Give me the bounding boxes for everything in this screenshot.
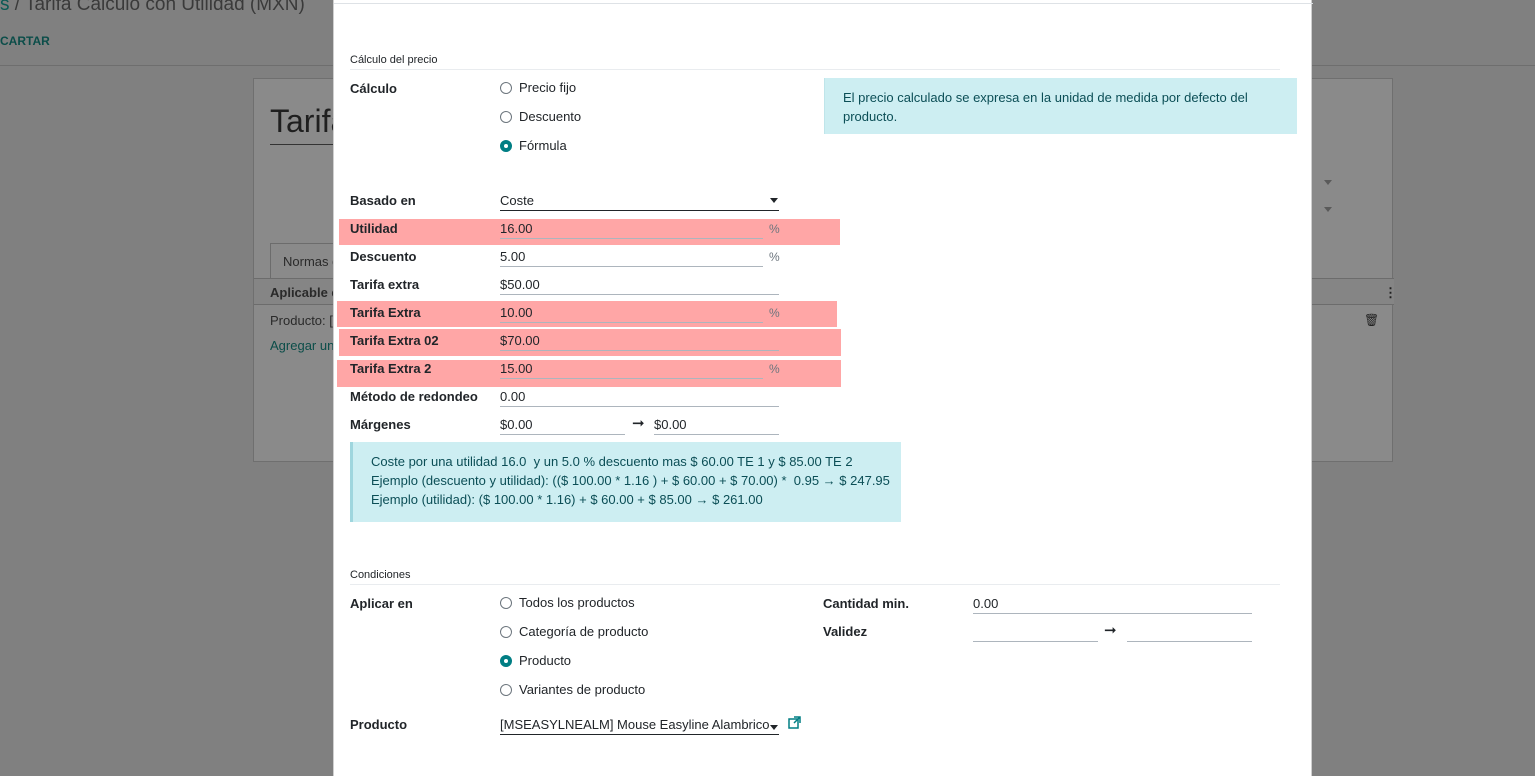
percent-sign: % xyxy=(769,362,780,376)
radio-circle[interactable] xyxy=(500,110,512,123)
apply-on-label: Aplicar en xyxy=(350,596,413,611)
margin-max-value: $0.00 xyxy=(654,417,687,432)
validity-to-input[interactable] xyxy=(1127,622,1252,642)
min-qty-label: Cantidad min. xyxy=(823,596,909,611)
validity-label: Validez xyxy=(823,624,868,639)
radio-circle[interactable] xyxy=(500,596,512,609)
radio-circle[interactable] xyxy=(500,683,512,696)
kebab-icon[interactable]: ⋮ xyxy=(1384,285,1397,301)
tarifa-extra-02-label: Tarifa Extra 02 xyxy=(350,333,439,348)
utilidad-input[interactable]: 16.00 xyxy=(500,219,763,239)
dialog-header-divider xyxy=(334,3,1313,4)
radio-circle[interactable] xyxy=(500,81,512,94)
radio-product[interactable]: Producto xyxy=(500,653,571,668)
based-on-value: Coste xyxy=(500,193,534,208)
utilidad-label: Utilidad xyxy=(350,221,398,236)
example-line: Coste por una utilidad 16.0 y un 5.0 % d… xyxy=(371,454,853,469)
arrow-right-icon: ➞ xyxy=(632,415,645,432)
descuento-value: 5.00 xyxy=(500,249,526,264)
radio-formula[interactable]: Fórmula xyxy=(500,138,567,153)
tab-normas[interactable]: Normas de precio xyxy=(270,243,340,279)
tarifa-extra-pct-input[interactable]: 10.00 xyxy=(500,303,763,323)
radio-precio-fijo[interactable]: Precio fijo xyxy=(500,80,576,95)
radio-label: Fórmula xyxy=(519,138,567,153)
radio-label: Variantes de producto xyxy=(519,682,646,697)
calc-label: Cálculo xyxy=(350,81,397,96)
radio-label: Descuento xyxy=(519,109,582,124)
min-qty-value: 0.00 xyxy=(973,596,999,611)
tarifa-extra-pct-value: 10.00 xyxy=(500,305,533,320)
radio-label: Precio fijo xyxy=(519,80,577,95)
breadcrumb: s / Tarifa Calculo con Utilidad (MXN) xyxy=(0,0,305,16)
tarifa-extra-pct-label: Tarifa Extra xyxy=(350,305,421,320)
rounding-input[interactable]: 0.00 xyxy=(500,387,779,407)
radio-label: Todos los productos xyxy=(519,595,635,610)
rounding-value: 0.00 xyxy=(500,389,526,404)
percent-sign: % xyxy=(769,222,780,236)
validity-from-input[interactable] xyxy=(973,622,1098,642)
pricelist-rule-dialog: Cálculo del precio Cálculo Precio fijo D… xyxy=(333,0,1313,776)
descuento-label: Descuento xyxy=(350,249,417,264)
chevron-down-icon xyxy=(1324,207,1332,212)
radio-all-products[interactable]: Todos los productos xyxy=(500,595,635,610)
section-divider xyxy=(350,69,1280,70)
chevron-down-icon[interactable] xyxy=(770,725,778,730)
breadcrumb-current: / Tarifa Calculo con Utilidad (MXN) xyxy=(9,0,305,15)
product-value: [MSEASYLNEALM] Mouse Easyline Alambrico xyxy=(500,717,770,732)
chevron-down-icon xyxy=(1324,180,1332,185)
uom-info-alert: El precio calculado se expresa en la uni… xyxy=(824,78,1297,134)
radio-circle-selected[interactable] xyxy=(500,654,512,667)
margin-max-input[interactable]: $0.00 xyxy=(654,415,779,435)
descuento-input[interactable]: 5.00 xyxy=(500,247,763,267)
percent-sign: % xyxy=(769,306,780,320)
tarifa-extra-2-label: Tarifa Extra 2 xyxy=(350,361,432,376)
margins-label: Márgenes xyxy=(350,417,411,432)
radio-label: Categoría de producto xyxy=(519,624,649,639)
section-title-conditions: Condiciones xyxy=(350,569,411,581)
percent-sign: % xyxy=(769,250,780,264)
tarifa-extra-02-input[interactable]: $70.00 xyxy=(500,331,779,351)
formula-example-alert: Coste por una utilidad 16.0 y un 5.0 % d… xyxy=(350,442,901,522)
tarifa-extra-label: Tarifa extra xyxy=(350,277,420,292)
margin-min-value: $0.00 xyxy=(500,417,533,432)
product-label: Producto xyxy=(350,717,408,732)
breadcrumb-link[interactable]: s xyxy=(0,0,10,15)
trash-icon[interactable]: 🗑 xyxy=(1364,313,1379,327)
tarifa-extra-input[interactable]: $50.00 xyxy=(500,275,779,295)
example-line: Ejemplo (utilidad): ($ 100.00 * 1.16) + … xyxy=(371,492,763,507)
example-line: Ejemplo (descuento y utilidad): (($ 100.… xyxy=(371,473,890,488)
product-select[interactable]: [MSEASYLNEALM] Mouse Easyline Alambrico xyxy=(500,715,779,735)
radio-descuento[interactable]: Descuento xyxy=(500,109,581,124)
section-title-price: Cálculo del precio xyxy=(350,54,438,66)
radio-product-variants[interactable]: Variantes de producto xyxy=(500,682,645,697)
based-on-select[interactable]: Coste xyxy=(500,191,779,211)
utilidad-value: 16.00 xyxy=(500,221,533,236)
section-divider xyxy=(350,584,1280,585)
radio-label: Producto xyxy=(519,653,572,668)
radio-circle-selected[interactable] xyxy=(500,139,512,152)
based-on-label: Basado en xyxy=(350,193,416,208)
radio-circle[interactable] xyxy=(500,625,512,638)
chevron-down-icon[interactable] xyxy=(770,198,778,203)
table-row[interactable]: Producto: [ xyxy=(270,313,333,328)
margin-min-input[interactable]: $0.00 xyxy=(500,415,625,435)
rounding-label: Método de redondeo xyxy=(350,389,478,404)
tarifa-extra-02-value: $70.00 xyxy=(500,333,540,348)
external-link-icon-svg xyxy=(788,716,801,729)
external-link-icon[interactable] xyxy=(788,716,801,732)
arrow-right-icon: ➞ xyxy=(1104,622,1117,639)
record-name: Tarifa xyxy=(270,103,340,145)
tarifa-extra-2-value: 15.00 xyxy=(500,361,533,376)
tarifa-extra-value: $50.00 xyxy=(500,277,540,292)
tarifa-extra-2-input[interactable]: 15.00 xyxy=(500,359,763,379)
min-qty-input[interactable]: 0.00 xyxy=(973,594,1252,614)
radio-product-category[interactable]: Categoría de producto xyxy=(500,624,648,639)
discard-button[interactable]: CARTAR xyxy=(0,34,50,48)
